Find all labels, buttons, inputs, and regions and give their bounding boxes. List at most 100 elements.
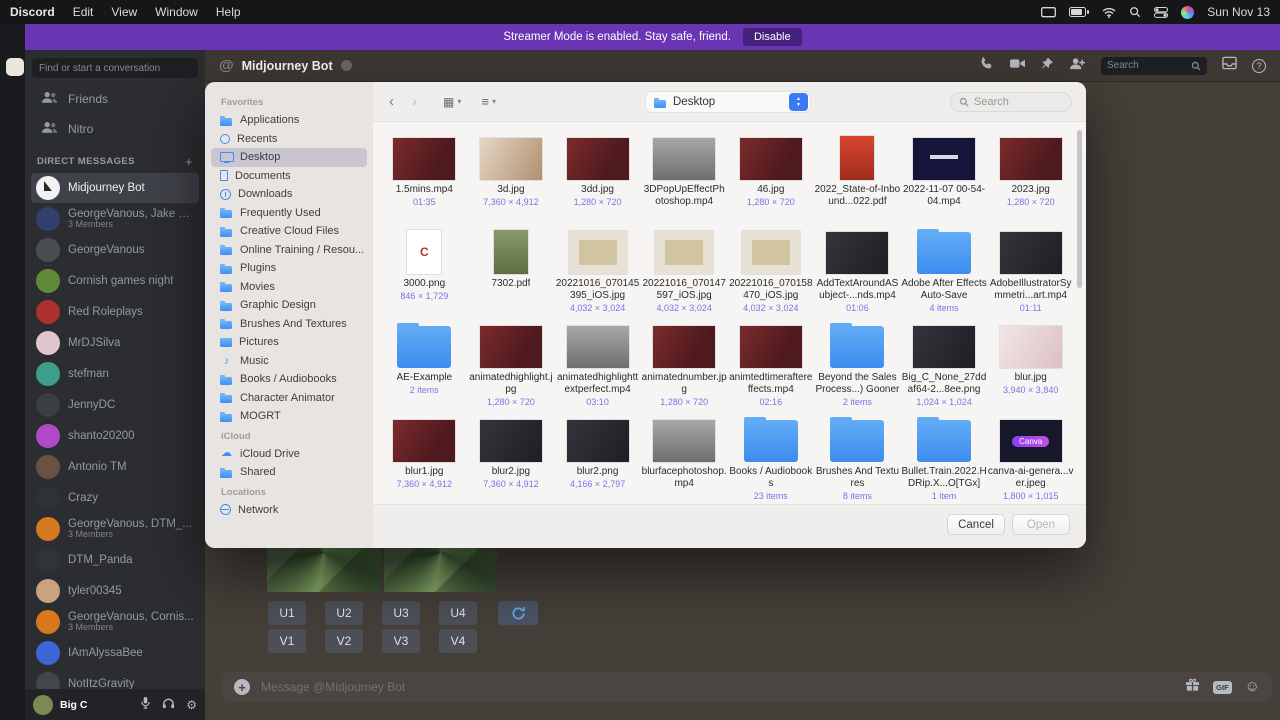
file-item[interactable]: 20221016_070147597_iOS.jpg 4,032 × 3,024	[641, 220, 728, 314]
file-item[interactable]: blur2.jpg 7,360 × 4,912	[468, 408, 555, 502]
sidebar-location-item[interactable]: Downloads	[211, 185, 367, 204]
list-view-control[interactable]	[481, 94, 496, 109]
sidebar-location-item[interactable]: Character Animator	[211, 389, 367, 408]
sidebar-location-item[interactable]: Music	[211, 352, 367, 371]
file-item[interactable]: AE-Example 2 items	[381, 314, 468, 408]
location-dropdown[interactable]: Desktop	[645, 91, 811, 113]
sidebar-location-item[interactable]: Documents	[211, 167, 367, 186]
sidebar-location-item[interactable]: Applications	[211, 111, 367, 130]
help-icon[interactable]	[1252, 58, 1266, 73]
scrollbar[interactable]	[1077, 130, 1082, 288]
file-item[interactable]: animtedtimeraftereffects.mp4 02:16	[728, 314, 815, 408]
dm-list-item[interactable]: DTM_Panda	[31, 545, 199, 575]
sidebar-nav-item[interactable]: Nitro	[31, 114, 199, 143]
dm-list-item[interactable]: tyler00345	[31, 576, 199, 606]
variation-button[interactable]: V3	[382, 629, 420, 653]
upscale-button[interactable]: U3	[382, 601, 420, 625]
location-stepper[interactable]	[789, 93, 808, 111]
sidebar-location-item[interactable]: Movies	[211, 278, 367, 297]
dm-list-item[interactable]: Midjourney Bot	[31, 173, 199, 203]
mic-icon[interactable]	[140, 696, 151, 714]
file-item[interactable]: animatedhighlight.jpg 1,280 × 720	[468, 314, 555, 408]
battery-icon[interactable]	[1069, 7, 1090, 17]
file-item[interactable]: blurfacephotoshop.mp4	[641, 408, 728, 502]
menubar-date[interactable]: Sun Nov 13	[1207, 5, 1270, 19]
file-item[interactable]: C 3000.png 846 × 1,729	[381, 220, 468, 314]
file-item[interactable]: Big_C_None_27ddaf64-2...8ee.png 1,024 × …	[901, 314, 988, 408]
reroll-button[interactable]	[498, 601, 538, 625]
midjourney-image-grid[interactable]	[267, 548, 497, 592]
variation-button[interactable]: V2	[325, 629, 363, 653]
dm-list-item[interactable]: Crazy	[31, 483, 199, 513]
sidebar-location-item[interactable]: Creative Cloud Files	[211, 222, 367, 241]
file-item[interactable]: 20221016_070158470_iOS.jpg 4,032 × 3,024	[728, 220, 815, 314]
file-item[interactable]: 20221016_070145395_iOS.jpg 4,032 × 3,024	[554, 220, 641, 314]
generated-image-right[interactable]	[383, 548, 497, 592]
message-input[interactable]: Message @Midjourney Bot	[261, 680, 1174, 694]
emoji-picker-icon[interactable]	[1245, 678, 1260, 696]
file-item[interactable]: 1.5mins.mp4 01:35	[381, 126, 468, 220]
sidebar-location-item[interactable]: Brushes And Textures	[211, 315, 367, 334]
pin-icon[interactable]	[1041, 57, 1054, 75]
dm-list-item[interactable]: shanto20200	[31, 421, 199, 451]
file-item[interactable]: 7302.pdf	[468, 220, 555, 314]
menubar-menu-item[interactable]: View	[111, 5, 137, 19]
sidebar-location-item[interactable]: Books / Audiobooks	[211, 370, 367, 389]
back-arrow-icon[interactable]	[389, 93, 394, 110]
conversation-search-input[interactable]: Find or start a conversation	[32, 58, 198, 78]
menubar-menu-item[interactable]: Edit	[73, 5, 94, 19]
start-call-icon[interactable]	[979, 56, 994, 76]
forward-arrow-icon[interactable]	[412, 93, 417, 110]
dm-list-item[interactable]: GeorgeVanous	[31, 235, 199, 265]
dm-list-item[interactable]: JennyDC	[31, 390, 199, 420]
upscale-button[interactable]: U2	[325, 601, 363, 625]
add-user-icon[interactable]	[1069, 57, 1086, 75]
start-video-call-icon[interactable]	[1009, 57, 1026, 75]
screen-mirroring-icon[interactable]	[1041, 6, 1057, 18]
file-item[interactable]: AddTextAroundASubject-...nds.mp4 01:06	[814, 220, 901, 314]
gif-picker-icon[interactable]: GIF	[1213, 680, 1232, 694]
server-icon[interactable]	[6, 58, 24, 76]
sidebar-nav-item[interactable]: Friends	[31, 84, 199, 113]
create-dm-icon[interactable]	[185, 154, 193, 169]
file-item[interactable]: 46.jpg 1,280 × 720	[728, 126, 815, 220]
sidebar-location-item[interactable]: Online Training / Resou...	[211, 241, 367, 260]
sidebar-location-item[interactable]: Graphic Design	[211, 296, 367, 315]
file-item[interactable]: animatedhighlighttextperfect.mp4 03:10	[554, 314, 641, 408]
file-item[interactable]: Adobe After Effects Auto-Save 4 items	[901, 220, 988, 314]
file-item[interactable]: blur1.jpg 7,360 × 4,912	[381, 408, 468, 502]
upscale-button[interactable]: U1	[268, 601, 306, 625]
spotlight-search-icon[interactable]	[1129, 6, 1141, 18]
file-item[interactable]: 2022-11-07 00-54-04.mp4	[901, 126, 988, 220]
dm-list-item[interactable]: stefman	[31, 359, 199, 389]
attach-file-icon[interactable]	[234, 679, 250, 695]
variation-button[interactable]: V1	[268, 629, 306, 653]
menubar-menu-item[interactable]: Help	[216, 5, 241, 19]
chat-search-input[interactable]: Search	[1101, 56, 1207, 75]
sidebar-location-item[interactable]: Network	[211, 501, 367, 520]
sidebar-location-item[interactable]: Shared	[211, 463, 367, 482]
file-item[interactable]: Beyond the Sales Process...) Gooner 2 it…	[814, 314, 901, 408]
sidebar-location-item[interactable]: Desktop	[211, 148, 367, 167]
dm-list-item[interactable]: GeorgeVanous, Jake C... 3 Members	[31, 204, 199, 234]
file-item[interactable]: 3d.jpg 7,360 × 4,912	[468, 126, 555, 220]
dm-list-item[interactable]: Cornish games night	[31, 266, 199, 296]
file-item[interactable]: 2022_State-of-Inbound...022.pdf	[814, 126, 901, 220]
file-item[interactable]: Canva canva-ai-genera...ver.jpeg 1,800 ×…	[987, 408, 1074, 502]
dm-list-item[interactable]: Antonio TM	[31, 452, 199, 482]
menubar-menu-item[interactable]: Window	[155, 5, 198, 19]
file-item[interactable]: 3DPopUpEffectPhotoshop.mp4	[641, 126, 728, 220]
dm-list-item[interactable]: GeorgeVanous, DTM_... 3 Members	[31, 514, 199, 544]
dm-list-item[interactable]: MrDJSilva	[31, 328, 199, 358]
dialog-search-input[interactable]: Search	[950, 92, 1072, 112]
file-item[interactable]: 2023.jpg 1,280 × 720	[987, 126, 1074, 220]
file-item[interactable]: blur2.png 4,166 × 2,797	[554, 408, 641, 502]
open-button[interactable]: Open	[1012, 514, 1070, 535]
sidebar-location-item[interactable]: Recents	[211, 130, 367, 149]
control-center-icon[interactable]	[1154, 6, 1169, 18]
upscale-button[interactable]: U4	[439, 601, 477, 625]
dm-list-item[interactable]: Red Roleplays	[31, 297, 199, 327]
file-item[interactable]: Brushes And Textures 8 items	[814, 408, 901, 502]
file-item[interactable]: animatednumber.jpg 1,280 × 720	[641, 314, 728, 408]
user-avatar[interactable]	[33, 694, 53, 715]
